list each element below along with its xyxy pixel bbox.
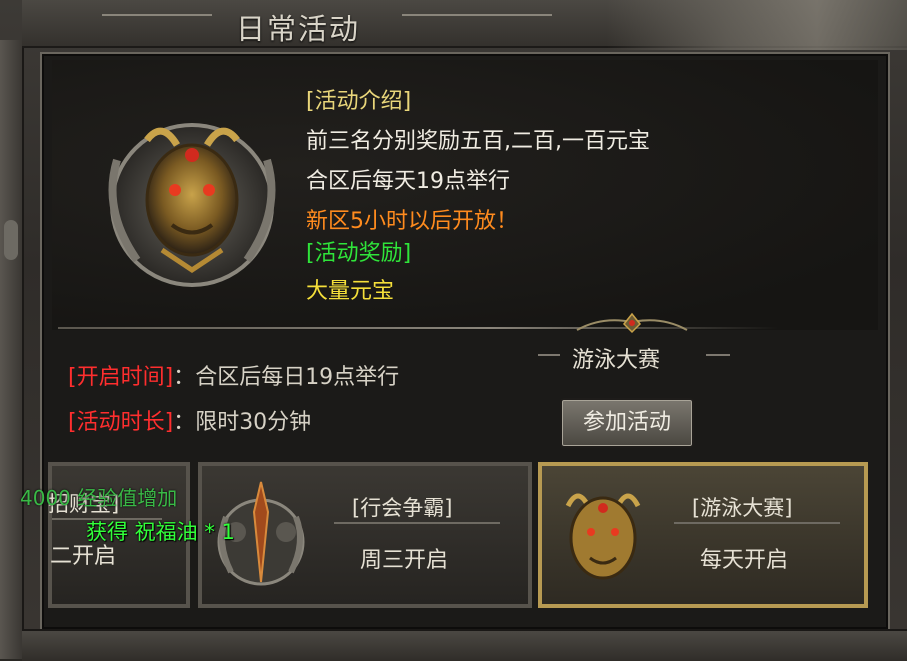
intro-line: 合区后每天19点举行 bbox=[306, 169, 510, 194]
game-window: 日常活动 [活动介绍] 前三名分别奖励五百,二百,一百元宝 合区后每天19点举行… bbox=[0, 0, 907, 661]
activity-info: [活动介绍] 前三名分别奖励五百,二百,一百元宝 合区后每天19点举行 新区5小… bbox=[306, 82, 650, 312]
left-frame-strip bbox=[0, 40, 24, 659]
exp-notification: 4000 经验值增加 bbox=[20, 486, 178, 510]
bottom-frame-strip bbox=[22, 629, 907, 661]
activity-card-guild-war[interactable]: [行会争霸] 周三开启 bbox=[198, 462, 532, 608]
card-name: [行会争霸] bbox=[352, 496, 453, 520]
event-ornament-right bbox=[706, 354, 730, 356]
duration-row: [活动时长]：限时30分钟 bbox=[68, 404, 311, 436]
dragon-ornament bbox=[607, 0, 907, 50]
intro-tag: [活动介绍] bbox=[306, 89, 412, 114]
reward-tag: [活动奖励] bbox=[306, 241, 412, 266]
card-when: 每天开启 bbox=[700, 548, 789, 573]
title-ornament-left bbox=[102, 14, 212, 16]
open-time-value: 合区后每日19点举行 bbox=[195, 365, 400, 390]
open-time-label: [开启时间] bbox=[68, 365, 174, 390]
selected-event-name: 游泳大赛 bbox=[572, 348, 661, 373]
card-name: [游泳大赛] bbox=[692, 496, 793, 520]
join-activity-button[interactable]: 参加活动 bbox=[560, 398, 694, 448]
frame-ornament bbox=[4, 220, 18, 260]
window-title: 日常活动 bbox=[236, 12, 361, 46]
title-ornament-right bbox=[402, 14, 552, 16]
demon-emblem-small-icon bbox=[565, 493, 641, 580]
card-underline bbox=[674, 522, 840, 524]
ornament-icon bbox=[576, 312, 688, 334]
open-time-sep: ： bbox=[173, 365, 196, 390]
activity-detail: [活动介绍] 前三名分别奖励五百,二百,一百元宝 合区后每天19点举行 新区5小… bbox=[52, 60, 878, 330]
intro-line: 前三名分别奖励五百,二百,一百元宝 bbox=[306, 129, 650, 154]
duration-label: [活动时长] bbox=[68, 410, 174, 435]
card-when: 周三开启 bbox=[360, 548, 449, 573]
reward-value: 大量元宝 bbox=[306, 279, 395, 304]
duration-sep: ： bbox=[173, 410, 196, 435]
duration-value: 限时30分钟 bbox=[195, 410, 312, 435]
title-bar bbox=[22, 0, 907, 50]
card-underline bbox=[334, 522, 500, 524]
open-notice: 新区5小时以后开放！ bbox=[306, 209, 518, 234]
demon-emblem-icon bbox=[108, 123, 276, 287]
activity-card-swimming[interactable]: [游泳大赛] 每天开启 bbox=[538, 462, 868, 608]
event-ornament-left bbox=[538, 354, 560, 356]
item-notification: 获得 祝福油 * 1 bbox=[86, 520, 235, 544]
open-time-row: [开启时间]：合区后每日19点举行 bbox=[68, 359, 399, 391]
